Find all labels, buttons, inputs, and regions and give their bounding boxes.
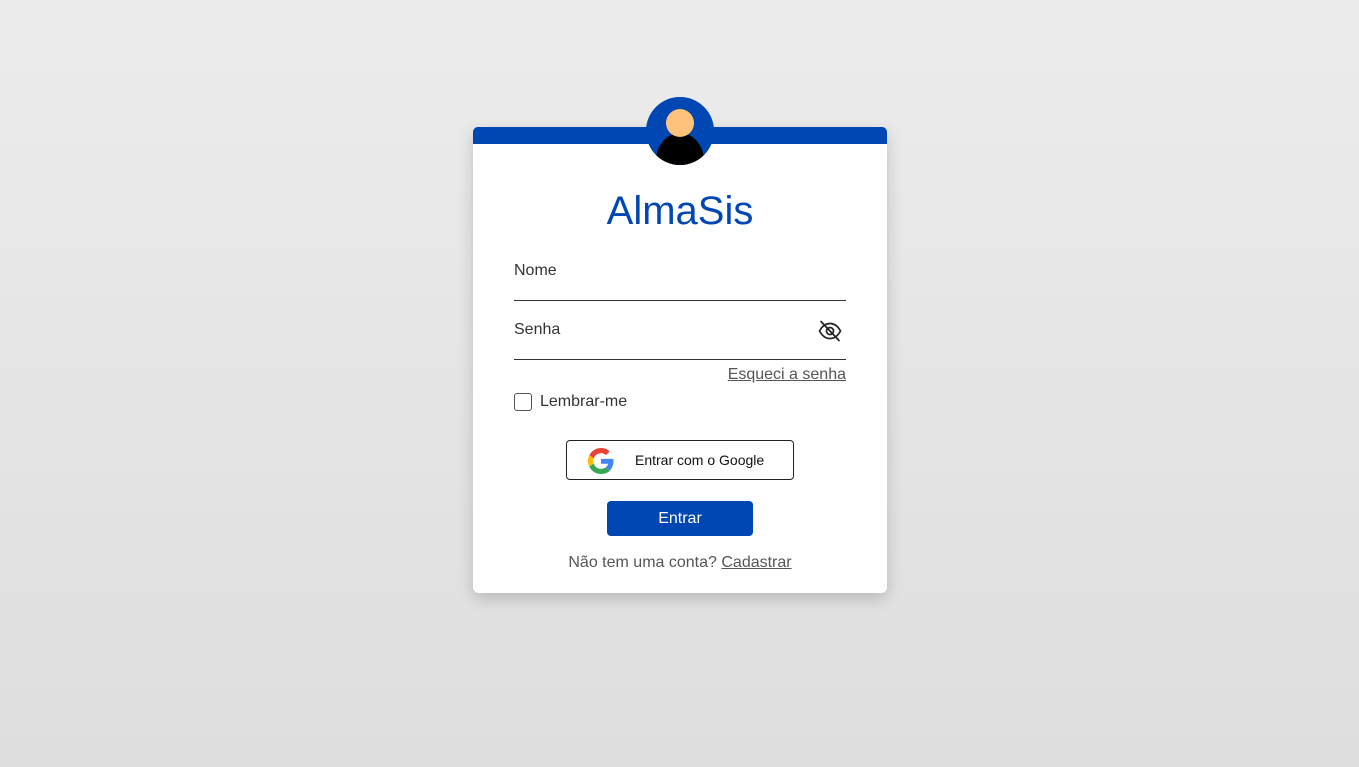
google-logo-icon bbox=[588, 448, 614, 474]
submit-button[interactable]: Entrar bbox=[607, 501, 753, 536]
google-signin-button[interactable]: Entrar com o Google bbox=[566, 440, 794, 480]
remember-me[interactable]: Lembrar-me bbox=[514, 393, 627, 411]
remember-me-label: Lembrar-me bbox=[540, 393, 628, 410]
eye-slash-icon[interactable] bbox=[818, 320, 842, 342]
login-card: AlmaSis Nome Senha Esqueci a senha Lembr… bbox=[473, 97, 887, 593]
password-input[interactable] bbox=[514, 314, 846, 359]
password-field[interactable]: Senha bbox=[514, 314, 846, 360]
signup-row: Não tem uma conta? Cadastrar bbox=[473, 554, 887, 572]
name-field[interactable]: Nome bbox=[514, 255, 846, 301]
forgot-password-link[interactable]: Esqueci a senha bbox=[728, 366, 846, 384]
remember-me-checkbox[interactable] bbox=[514, 393, 532, 411]
signup-link[interactable]: Cadastrar bbox=[721, 554, 791, 571]
name-input[interactable] bbox=[514, 255, 846, 300]
user-avatar-icon bbox=[646, 97, 714, 165]
signup-prompt: Não tem uma conta? bbox=[568, 554, 717, 571]
brand-title: AlmaSis bbox=[606, 189, 754, 233]
google-signin-label: Entrar com o Google bbox=[635, 452, 765, 468]
